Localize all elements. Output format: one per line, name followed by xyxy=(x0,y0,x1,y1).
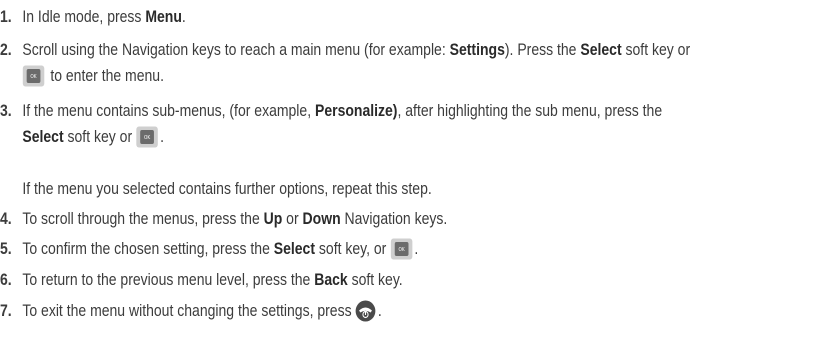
step-text: To exit the menu without changing the se… xyxy=(22,298,382,324)
bold-term: Down xyxy=(302,210,341,228)
step-line: In Idle mode, press Menu. xyxy=(22,4,185,30)
step-number: 5. xyxy=(0,240,12,258)
step-number: 3. xyxy=(0,102,12,120)
step-line: Scroll using the Navigation keys to reac… xyxy=(22,37,690,63)
bold-term: Back xyxy=(314,271,348,289)
step-line: To confirm the chosen setting, press the… xyxy=(22,236,418,262)
text-run: Navigation keys. xyxy=(340,210,448,228)
step-line: To scroll through the menus, press the U… xyxy=(22,206,447,232)
step-number: 6. xyxy=(0,271,12,289)
step-text: To return to the previous menu level, pr… xyxy=(22,267,402,293)
text-run: soft key or xyxy=(621,41,691,59)
text-run: To confirm the chosen setting, press the xyxy=(22,240,274,258)
step-line: To return to the previous menu level, pr… xyxy=(22,267,402,293)
text-run: ). Press the xyxy=(504,41,581,59)
text-run: soft key, or xyxy=(315,240,391,258)
ok-key-label: OK xyxy=(30,74,37,80)
bold-term: Up xyxy=(263,210,283,228)
text-run: . xyxy=(181,8,186,26)
step-text: To confirm the chosen setting, press the… xyxy=(22,236,418,262)
text-run: . xyxy=(414,240,419,258)
bold-term: Personalize) xyxy=(314,102,398,120)
step-line: OK to enter the menu. xyxy=(22,63,690,89)
text-run: To exit the menu without changing the se… xyxy=(22,302,356,320)
ok-key-icon: OK xyxy=(390,238,413,260)
text-run: soft key. xyxy=(347,271,403,289)
text-run: to enter the menu. xyxy=(46,67,164,85)
ok-key-icon: OK xyxy=(22,65,45,87)
step-line xyxy=(22,150,662,176)
text-run: or xyxy=(282,210,303,228)
text-run: . xyxy=(160,128,164,146)
ok-key-label: OK xyxy=(144,135,151,141)
step-text: If the menu contains sub-menus, (for exa… xyxy=(22,98,662,202)
end-key-icon xyxy=(355,300,376,322)
text-run: , after highlighting the sub menu, press… xyxy=(397,102,663,120)
text-run: To return to the previous menu level, pr… xyxy=(22,271,315,289)
instruction-list: 1. In Idle mode, press Menu. 2. Scroll u… xyxy=(0,0,717,345)
step-text: In Idle mode, press Menu. xyxy=(22,4,185,30)
step-number: 4. xyxy=(0,210,12,228)
step-number: 2. xyxy=(0,41,12,59)
text-run: soft key or xyxy=(63,128,137,146)
ok-key-label: OK xyxy=(398,247,405,253)
bold-term: Select xyxy=(22,128,64,146)
ok-key-icon: OK xyxy=(136,126,158,148)
text-run: In Idle mode, press xyxy=(22,8,146,26)
step-text: To scroll through the menus, press the U… xyxy=(22,206,447,232)
bold-term: Select xyxy=(273,240,316,258)
text-run: If the menu you selected contains furthe… xyxy=(22,180,432,198)
bold-term: Menu xyxy=(145,8,182,26)
text-run: To scroll through the menus, press the xyxy=(22,210,264,228)
step-number: 1. xyxy=(0,8,12,26)
text-run: If the menu contains sub-menus, (for exa… xyxy=(22,102,315,120)
step-line: Select soft key or OK. xyxy=(22,124,662,150)
bold-term: Settings xyxy=(449,41,505,59)
step-number: 7. xyxy=(0,302,12,320)
text-run: . xyxy=(377,302,382,320)
bold-term: Select xyxy=(580,41,622,59)
step-text: Scroll using the Navigation keys to reac… xyxy=(22,37,690,89)
text-run: Scroll using the Navigation keys to reac… xyxy=(22,41,450,59)
step-line: To exit the menu without changing the se… xyxy=(22,298,382,324)
step-line: If the menu you selected contains furthe… xyxy=(22,176,662,202)
step-line: If the menu contains sub-menus, (for exa… xyxy=(22,98,662,124)
